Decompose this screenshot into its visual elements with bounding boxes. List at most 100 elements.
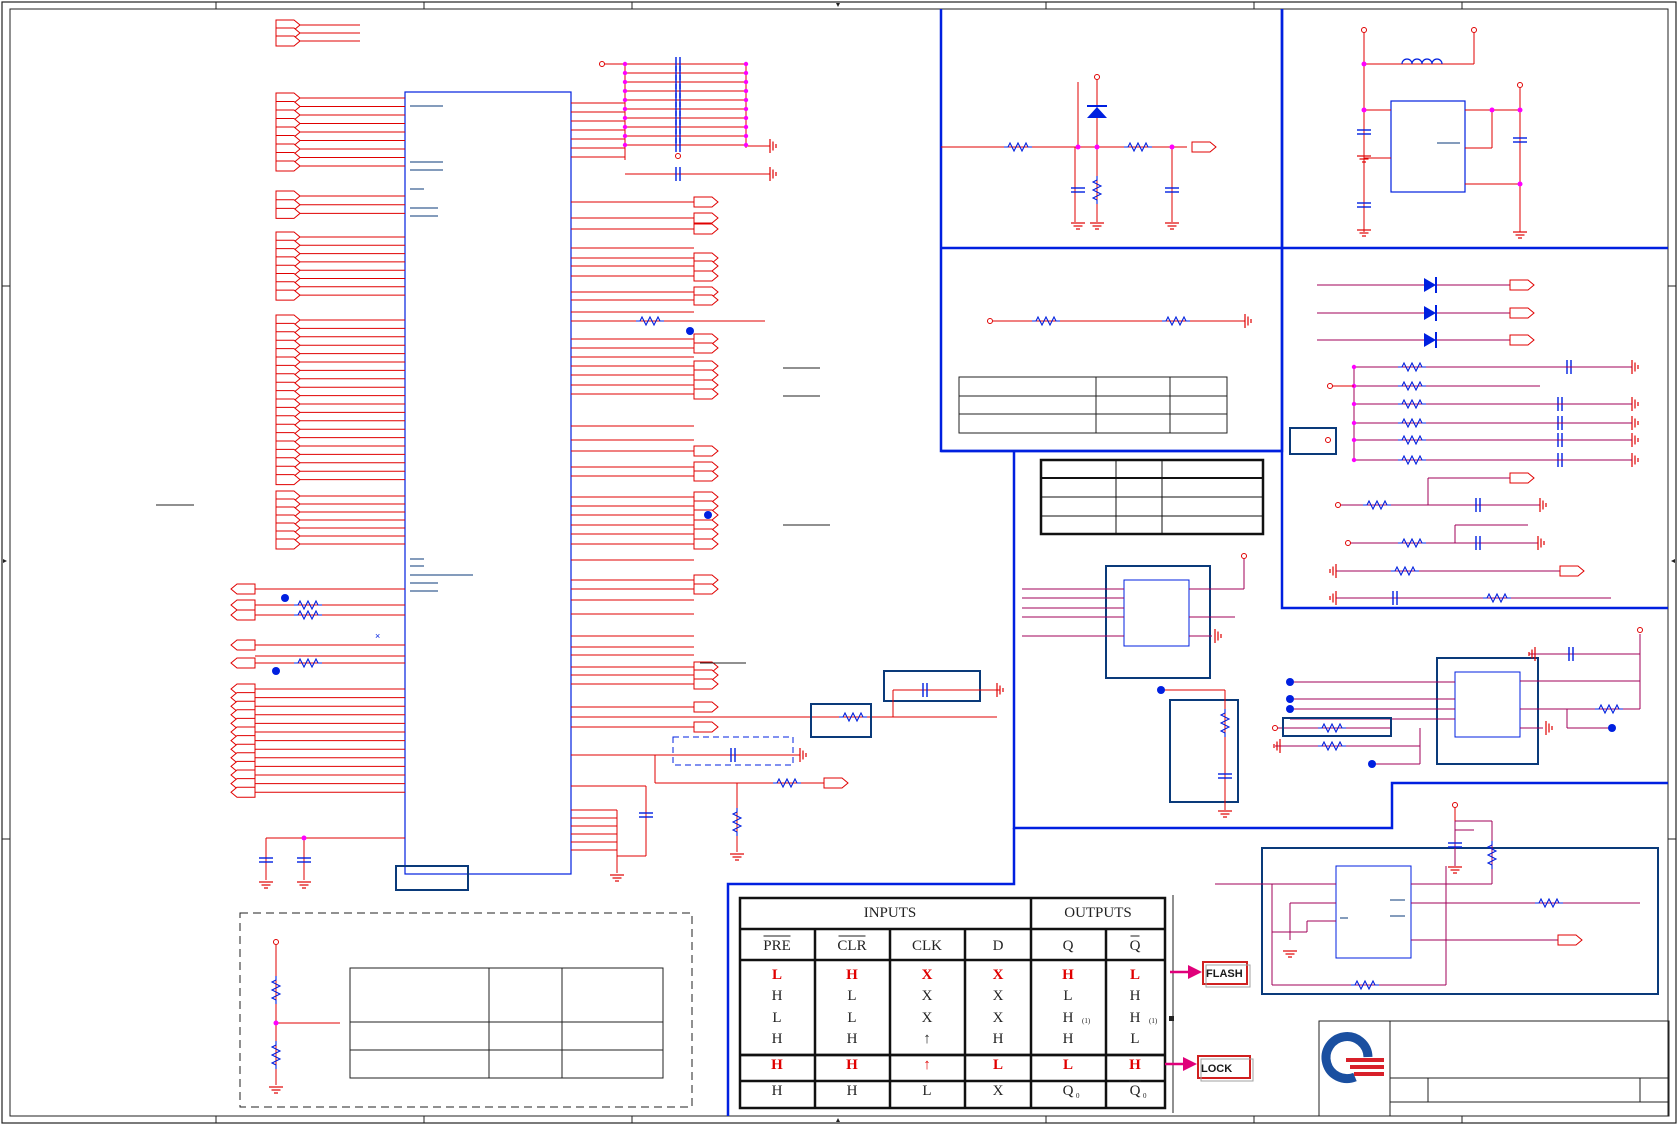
signal-flag [693,388,719,400]
truth-table-inputs-header: INPUTS [864,905,917,921]
truth-table-cell: X [993,988,1004,1004]
truth-table-section: INPUTS OUTPUTSPRE CLR CLK D Q QL H X X H LH L X X L HL L X… [726,828,1174,1116]
ic-footprint-box [395,865,469,891]
diode-or-block [941,248,1668,610]
truth-table-subscript: 0 [1076,1092,1080,1100]
truth-table-cell: L [1063,1057,1073,1073]
signal-flag [693,678,719,690]
mode-table [1039,458,1265,536]
main-ic-body [404,91,572,875]
ground-icon [1356,155,1528,239]
resistor-icon [1362,500,1512,603]
strap-divider-section [239,912,693,1108]
right-pin-nets [571,102,694,728]
signal-flag [275,207,301,219]
truth-table-cell: H [846,1057,858,1073]
right-signal-flags [693,196,719,733]
truth-table-cell: H [772,1031,783,1047]
top-left-flags [275,19,301,47]
ground-icon [1631,432,1639,448]
capacitor-icon [258,857,312,863]
truth-table-cell: X [922,1010,933,1026]
option-table [958,376,1228,434]
ground-icon [769,138,777,154]
left-lower-flags: × [230,583,405,675]
schematic-sheet: × INPUTS OUTPUTSPRE CLR CLK D Q QL H X X… [1,1,1677,1124]
diode-icon [1424,277,1437,348]
logic-ic-section [1012,451,1668,830]
capacitor-icon [1356,129,1528,208]
regulator-block [1356,27,1528,239]
signal-flag [693,528,719,540]
truth-table-cell: X [922,988,933,1004]
diode-icon [1087,105,1107,118]
signal-flag [693,270,719,282]
ground-icon [1329,497,1547,606]
decoupling-cap-bank [599,56,777,182]
truth-table-cell: H [771,1057,783,1073]
truth-table-cell: L [847,988,856,1004]
ground-icon [1244,313,1252,329]
signal-flag [230,786,256,798]
truth-table-cell: H [1063,1010,1074,1026]
signal-flag [693,294,719,306]
callout-flash-label: FLASH [1206,968,1243,980]
truth-table-column-header: PRE [763,938,791,954]
ground-icon [268,1086,284,1094]
bottom-right-pin-cluster [571,785,654,882]
resistor-icon [732,778,802,837]
ground-icon [258,881,312,889]
truth-table-column-header: CLK [912,938,942,954]
callout-lock-label: LOCK [1201,1063,1232,1075]
bottom-bulk-caps [258,835,405,889]
ground-icon [1631,415,1639,431]
callout-flash: FLASH [1170,961,1251,988]
left-signal-flags [230,92,301,798]
truth-table-cell: L [1130,1031,1139,1047]
quanta-logo-icon [1321,1032,1384,1084]
title-block [1318,1020,1670,1117]
inductor-icon [1401,58,1443,65]
ground-icon [799,747,807,763]
signal-flag [275,160,301,172]
ground-icon [769,166,777,182]
truth-table-cell: L [993,1057,1003,1073]
signal-flag [275,538,301,550]
truth-table-cell: X [922,967,933,983]
truth-table-cell: H [846,967,858,983]
ground-icon [729,853,745,861]
signal-flag [693,538,719,550]
truth-table-cell: L [1063,988,1072,1004]
truth-table-cell: H [772,988,783,1004]
truth-table-note: (1) [1149,1017,1158,1025]
truth-table-cell: H [1063,1031,1074,1047]
truth-table-cell: H [1062,967,1074,983]
ground-icon [1631,452,1639,468]
resistor-icon [1003,142,1153,205]
ground-icon [1282,866,1463,958]
truth-table-cell: X [993,1083,1004,1099]
truth-table-cell: L [847,1010,856,1026]
ground-icon [1214,628,1222,644]
truth-table-cell: H [847,1031,858,1047]
signal-flag [693,196,719,208]
truth-table-cell: H [1130,988,1141,1004]
flip-flop-block [1215,802,1659,995]
rc-filter-network [571,670,1004,861]
truth-table-cell: L [772,967,782,983]
truth-table-cell: Q [1063,1083,1074,1099]
truth-table-cell: Q [1130,1083,1141,1099]
truth-table-note: (1) [1082,1017,1091,1025]
ground-icon [609,874,625,882]
truth-table-subscript: 0 [1143,1092,1147,1100]
truth-table-cell: L [922,1083,931,1099]
main-ic-section: × [156,19,1004,891]
truth-table-cell: ↑ [923,1057,931,1073]
truth-table-cell: L [1130,967,1140,983]
truth-table-cell: H [1130,1010,1141,1026]
truth-table [738,896,1167,1110]
ground-icon [1070,222,1180,230]
truth-table-cell: X [993,1010,1004,1026]
signal-flag [693,342,719,354]
truth-table-cell: H [1129,1057,1141,1073]
